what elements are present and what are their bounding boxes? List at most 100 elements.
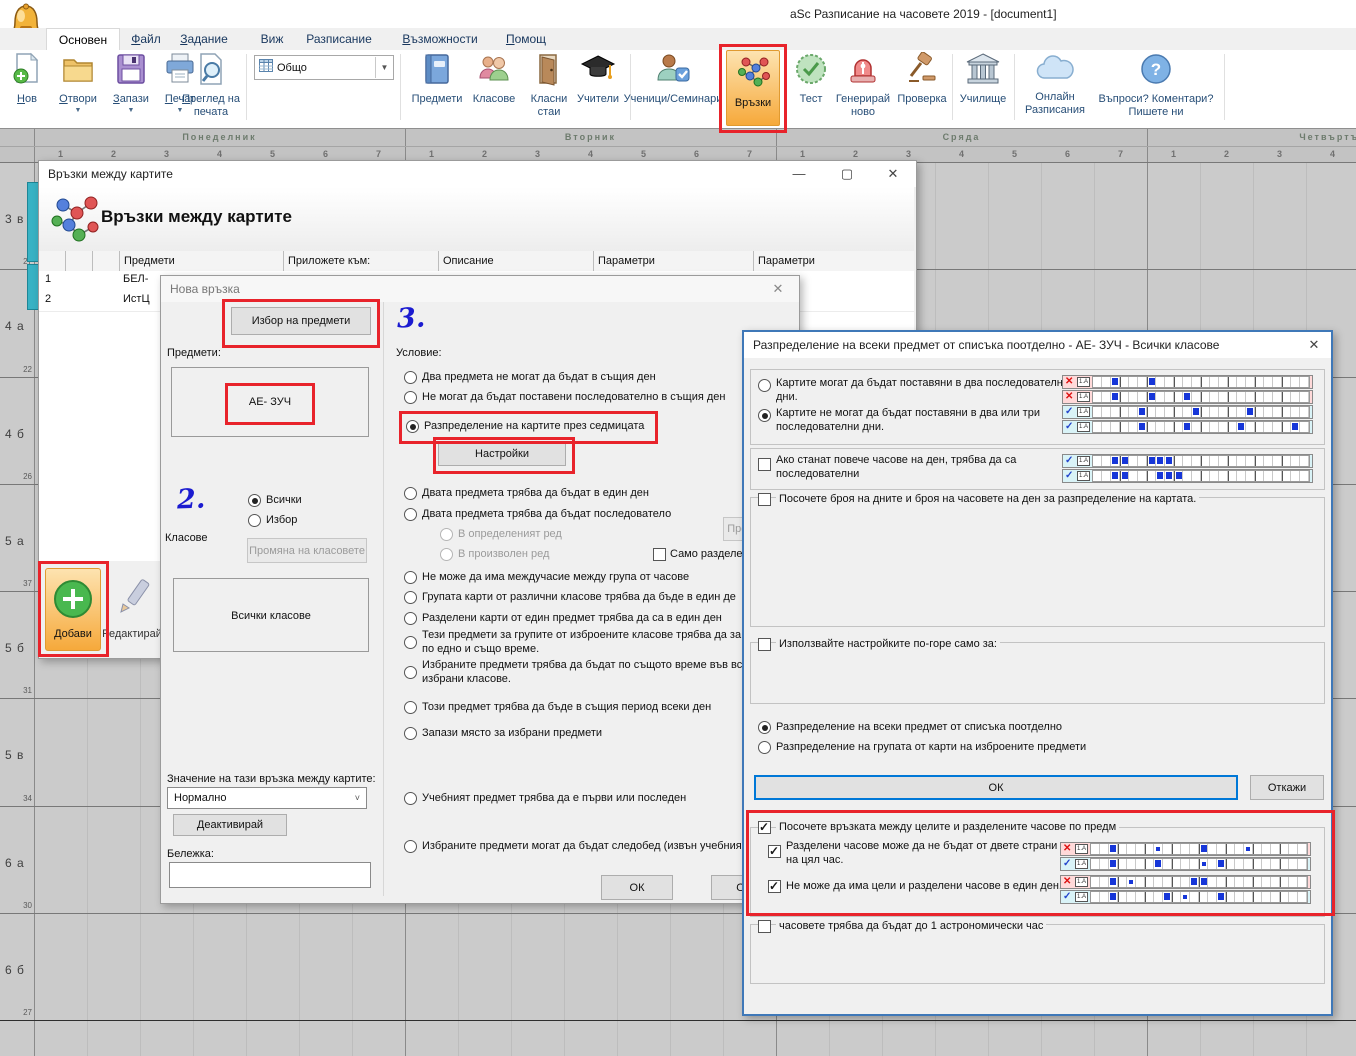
whole-split-link-checkbox[interactable] — [758, 821, 771, 834]
cond-label-9: Избраните предмети трябва да бъдат по съ… — [422, 658, 752, 687]
cond-radio-12[interactable] — [404, 792, 417, 805]
cond-radio-4a[interactable] — [440, 528, 453, 541]
table-header-empty[interactable] — [93, 251, 120, 271]
cond-radio-10[interactable] — [404, 701, 417, 714]
table-header-parameters[interactable]: Параметри — [594, 251, 754, 271]
importance-select[interactable]: Нормално ˅ — [167, 787, 367, 809]
tab-zadanie[interactable]: Задание — [176, 28, 232, 50]
generate-new-button[interactable]: Генерирай ново — [834, 52, 892, 118]
cond-radio-4b[interactable] — [440, 548, 453, 561]
pattern-cell — [1291, 456, 1300, 466]
cond-radio-6[interactable] — [404, 591, 417, 604]
choose-subjects-button[interactable]: Избор на предмети — [231, 307, 371, 335]
each-subject-radio[interactable] — [758, 721, 771, 734]
online-timetables-button[interactable]: Онлайн Разписания — [1020, 52, 1090, 116]
pattern-cell — [1174, 377, 1183, 387]
test-button[interactable]: Тест — [790, 52, 832, 106]
cond-radio-13[interactable] — [404, 840, 417, 853]
pattern-preview: ✕1.A✓1.A — [1060, 842, 1311, 871]
two-days-radio[interactable] — [758, 379, 771, 392]
edit-link-button[interactable]: Редактирай — [103, 568, 161, 649]
settings-button[interactable]: Настройки — [438, 442, 566, 466]
save-button[interactable]: Запази ▼ — [108, 52, 154, 113]
view-dropdown[interactable]: Общо ▼ — [254, 55, 394, 80]
teachers-button[interactable]: Учители — [572, 52, 624, 106]
split-not-sides-checkbox[interactable] — [768, 845, 781, 858]
add-link-button[interactable]: Добави — [45, 568, 101, 651]
cond-radio-1[interactable] — [404, 391, 417, 404]
close-icon[interactable]: ✕ — [1299, 332, 1329, 357]
classrooms-button[interactable]: Класни стаи — [524, 52, 574, 118]
deactivate-button[interactable]: Деактивирай — [173, 814, 287, 836]
view-dropdown-arrow-icon[interactable]: ▼ — [375, 57, 393, 78]
open-dropdown-arrow[interactable]: ▼ — [75, 108, 82, 113]
classes-button[interactable]: Класове — [466, 52, 522, 106]
each-subject-label: Разпределение на всеки предмет от списък… — [776, 720, 1062, 734]
more-hours-checkbox[interactable] — [758, 458, 771, 471]
tab-vizh[interactable]: Виж — [252, 28, 292, 50]
cond-radio-8[interactable] — [404, 636, 417, 649]
cond-radio-3[interactable] — [404, 487, 417, 500]
classes-all-radio[interactable] — [248, 494, 261, 507]
classes-pick-radio[interactable] — [248, 514, 261, 527]
astronomical-hour-checkbox[interactable] — [758, 920, 771, 933]
only-split-checkbox[interactable] — [653, 548, 666, 561]
ok-button[interactable]: ОК — [601, 875, 673, 900]
school-button[interactable]: Училище — [956, 52, 1010, 106]
tab-osnoven[interactable]: Основен — [46, 28, 120, 51]
ok-button[interactable]: ОК — [754, 775, 1238, 800]
table-header-empty[interactable] — [39, 251, 66, 271]
check-button[interactable]: Проверка — [894, 52, 950, 106]
pattern-cell — [1255, 392, 1264, 402]
not-two-three-days-radio[interactable] — [758, 409, 771, 422]
close-icon[interactable]: ✕ — [876, 161, 910, 186]
pattern-cell — [1201, 422, 1210, 432]
tab-vazmozhnosti[interactable]: Възможности — [394, 28, 486, 50]
note-input[interactable] — [169, 862, 371, 888]
grid-row-label: 3 в — [5, 212, 24, 226]
pattern-cell — [1111, 392, 1120, 402]
tab-file[interactable]: Файл — [126, 28, 166, 50]
pattern-cell — [1246, 377, 1255, 387]
use-settings-checkbox[interactable] — [758, 638, 771, 651]
subjects-button[interactable]: Предмети — [408, 52, 466, 106]
links-dialog-heading: Връзки между картите — [101, 207, 292, 227]
group-cards-radio[interactable] — [758, 741, 771, 754]
cond-radio-0[interactable] — [404, 371, 417, 384]
table-header-empty[interactable] — [66, 251, 93, 271]
tab-razpisanie[interactable]: Разписание — [296, 28, 382, 50]
pattern-cell — [1235, 844, 1244, 854]
specify-days-checkbox[interactable] — [758, 493, 771, 506]
cond-radio-week-distribution[interactable] — [406, 420, 419, 433]
cond-radio-9[interactable] — [404, 666, 417, 679]
table-header-subjects[interactable]: Предмети — [120, 251, 284, 271]
minimize-icon[interactable]: — — [782, 161, 816, 186]
print-preview-button[interactable]: Преглед на печата — [178, 52, 244, 118]
cond-radio-7[interactable] — [404, 612, 417, 625]
view-dropdown-value: Общо — [277, 62, 375, 74]
links-button[interactable]: Връзки — [726, 50, 780, 126]
cond-label-1: Не могат да бъдат поставени последовател… — [422, 390, 725, 404]
forbidden-x-icon: ✕ — [1065, 392, 1075, 402]
pattern-cell — [1291, 422, 1300, 432]
pattern-cell — [1246, 407, 1255, 417]
new-button[interactable]: Нов — [8, 52, 46, 106]
cond-radio-11[interactable] — [404, 727, 417, 740]
cancel-button[interactable]: Откажи — [1250, 775, 1324, 800]
table-header-parameters[interactable]: Параметри — [754, 251, 914, 271]
table-header-description[interactable]: Описание — [439, 251, 594, 271]
change-classes-button[interactable]: Промяна на класовете — [247, 538, 367, 563]
cond-radio-4[interactable] — [404, 508, 417, 521]
no-whole-split-same-day-checkbox[interactable] — [768, 880, 781, 893]
tab-pomosht[interactable]: Помощ — [500, 28, 552, 50]
chevron-down-icon: ˅ — [355, 793, 360, 803]
pattern-cells — [1090, 843, 1308, 855]
close-icon[interactable]: ✕ — [761, 276, 795, 301]
questions-comments-button[interactable]: ? Въпроси? Коментари? Пишете ни — [1092, 52, 1220, 118]
save-dropdown-arrow[interactable]: ▼ — [128, 108, 135, 113]
maximize-icon[interactable]: ▢ — [830, 161, 864, 186]
open-button[interactable]: Отвори ▼ — [50, 52, 106, 113]
students-seminars-button[interactable]: Ученици/Семинари — [620, 52, 726, 106]
cond-radio-5[interactable] — [404, 571, 417, 584]
table-header-apply-to[interactable]: Приложете към: — [284, 251, 439, 271]
